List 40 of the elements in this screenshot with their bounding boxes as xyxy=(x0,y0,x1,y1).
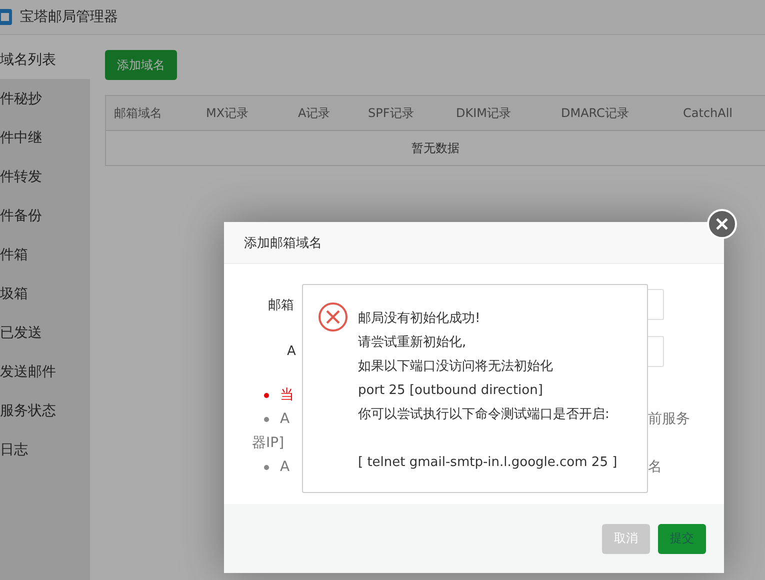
column-header: DMARC记录 xyxy=(560,104,630,122)
note-text: 前服务 xyxy=(648,410,690,428)
note-text: 器IP] xyxy=(251,434,284,452)
empty-message: 暂无数据 xyxy=(412,140,460,156)
error-message-line: 你可以尝试执行以下命令测试端口是否开启: xyxy=(358,406,610,424)
column-header: CatchAll xyxy=(682,106,734,120)
sidebar-item[interactable]: 发送邮件 xyxy=(0,352,90,391)
sidebar-item[interactable]: 件箱 xyxy=(0,235,90,274)
sidebar-item[interactable]: 服务状态 xyxy=(0,391,90,430)
note-text: A xyxy=(280,411,290,427)
sidebar-item[interactable]: 件备份 xyxy=(0,196,90,235)
close-icon xyxy=(716,218,728,230)
column-header: SPF记录 xyxy=(367,104,415,122)
error-message-line: 如果以下端口没访问将无法初始化 xyxy=(358,358,554,376)
column-header: MX记录 xyxy=(205,104,250,122)
bullet-icon xyxy=(264,392,269,398)
error-message-line: 邮局没有初始化成功! xyxy=(358,310,482,328)
app-title: 宝塔邮局管理器 xyxy=(20,8,118,26)
field-label: A xyxy=(286,344,297,359)
error-message-line: [ telnet gmail-smtp-in.l.google.com 25 ] xyxy=(358,454,618,472)
note-text: 名 xyxy=(648,458,662,476)
bullet-icon xyxy=(264,416,269,422)
column-header: DKIM记录 xyxy=(455,104,512,122)
sidebar-item[interactable]: 圾箱 xyxy=(0,274,90,313)
close-button[interactable] xyxy=(707,209,737,239)
note-text: 当 xyxy=(280,386,294,404)
sidebar-item[interactable]: 件中继 xyxy=(0,118,90,157)
bullet-icon xyxy=(264,464,269,470)
error-message-line: port 25 [outbound direction] xyxy=(358,382,544,400)
column-header: 邮箱域名 xyxy=(113,104,163,122)
field-label: 邮箱 xyxy=(267,296,295,314)
dialog-title: 添加邮箱域名 xyxy=(224,222,724,264)
sidebar-item[interactable]: 已发送 xyxy=(0,313,90,352)
column-header: A记录 xyxy=(297,104,332,122)
error-message-line: 请尝试重新初始化, xyxy=(358,334,468,352)
error-icon xyxy=(318,302,348,332)
note-text: A xyxy=(280,459,290,475)
sidebar-item[interactable]: 件秘抄 xyxy=(0,79,90,118)
sidebar-item[interactable]: 日志 xyxy=(0,430,90,469)
sidebar-item[interactable]: 件转发 xyxy=(0,157,90,196)
